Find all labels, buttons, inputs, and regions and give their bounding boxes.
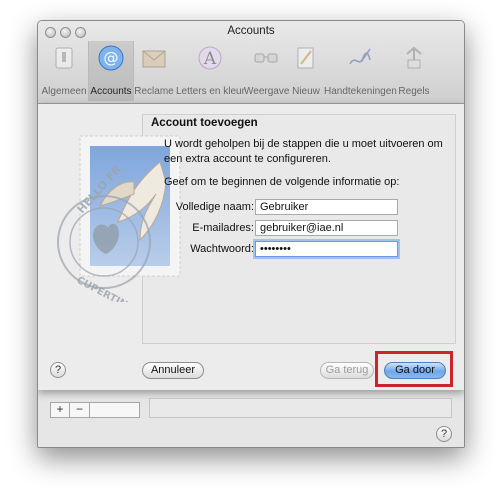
junk-mail-icon [140, 44, 168, 72]
continue-highlight-box [375, 351, 453, 387]
fonts-colors-icon: A [196, 44, 224, 72]
toolbar-item-rules[interactable]: Regels [396, 41, 432, 101]
sheet-heading: Account toevoegen [151, 117, 258, 129]
signature-icon [346, 44, 374, 72]
glasses-icon [252, 44, 280, 72]
account-action-menu[interactable] [90, 402, 140, 418]
account-detail-strip [149, 398, 452, 418]
svg-text:A: A [203, 49, 217, 69]
toolbar-item-general[interactable]: Algemeen [40, 41, 88, 101]
sheet-intro-text: U wordt geholpen bij de stappen die u mo… [164, 138, 443, 165]
toolbar-item-viewing[interactable]: Weergave [244, 41, 289, 101]
preferences-toolbar: Algemeen @ Accounts Reclame A Letters en… [40, 41, 464, 103]
full-name-label: Volledige naam: [175, 201, 254, 213]
cancel-button[interactable]: Annuleer [142, 362, 204, 379]
svg-text:@: @ [104, 49, 119, 67]
preferences-window: Accounts Algemeen @ Accounts Reclame A L… [37, 20, 465, 448]
toolbar-item-junk[interactable]: Reclame [132, 41, 176, 101]
compose-icon [292, 44, 320, 72]
back-button[interactable]: Ga terug [320, 362, 374, 379]
email-label: E-mailadres: [192, 222, 254, 234]
add-account-button[interactable]: + [50, 402, 70, 418]
email-field[interactable]: gebruiker@iae.nl [255, 220, 398, 236]
sheet-prompt-text: Geef om te beginnen de volgende informat… [164, 176, 400, 188]
toolbar-item-composing[interactable]: Nieuw [288, 41, 324, 101]
window-help-button[interactable]: ? [436, 426, 452, 442]
add-account-sheet: HELLO FR CUPERTINO Account toevoegen U w… [38, 104, 464, 390]
toolbar-item-signatures[interactable]: Handtekeningen [324, 41, 397, 101]
remove-account-button[interactable]: − [70, 402, 90, 418]
stamp-text-bottom: CUPERTINO [75, 275, 137, 302]
title-bar: Accounts Algemeen @ Accounts Reclame A L… [38, 21, 464, 104]
switch-icon [50, 44, 78, 72]
toolbar-item-fonts-colors[interactable]: A Letters en kleur [176, 41, 245, 101]
full-name-field[interactable]: Gebruiker [255, 199, 398, 215]
password-label: Wachtwoord: [190, 243, 254, 255]
rules-icon [400, 44, 428, 72]
toolbar-item-accounts[interactable]: @ Accounts [88, 41, 134, 101]
sheet-help-button[interactable]: ? [50, 362, 66, 378]
window-title: Accounts [227, 25, 275, 37]
preferences-content: HELLO FR CUPERTINO Account toevoegen U w… [38, 104, 464, 447]
password-field[interactable]: •••••••• [255, 241, 398, 257]
at-icon: @ [97, 44, 125, 72]
